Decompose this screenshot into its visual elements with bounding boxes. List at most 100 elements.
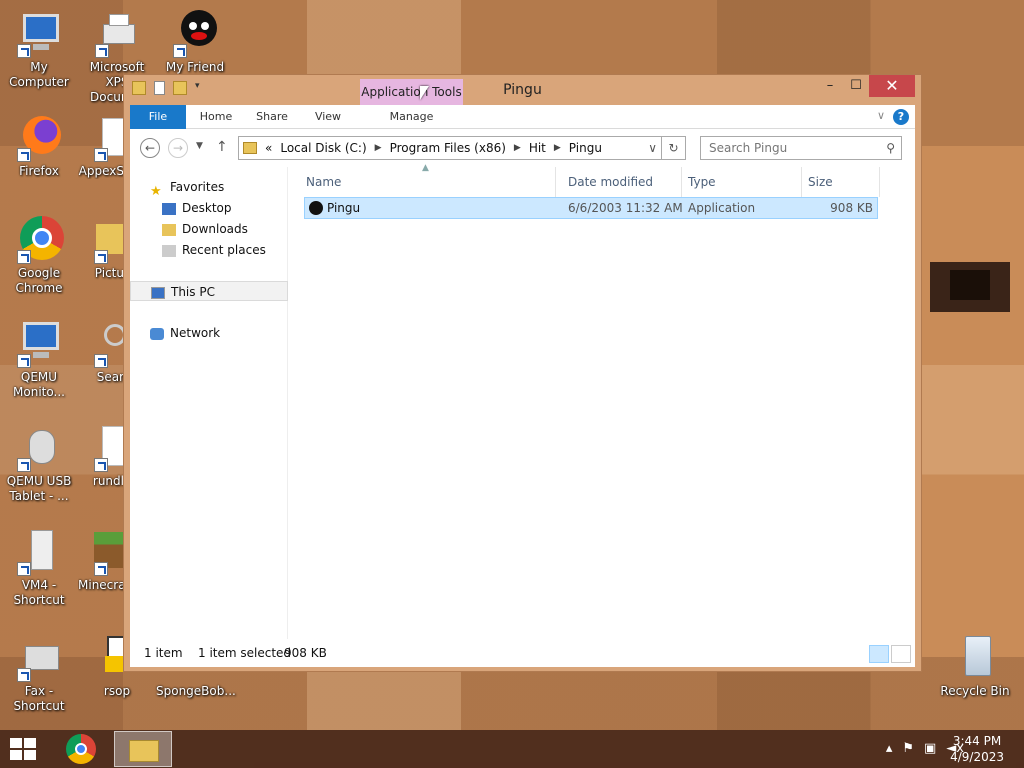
recycle-bin-icon [951, 634, 999, 682]
status-selected: 1 item selected [198, 646, 292, 660]
search-input[interactable]: Search Pingu ⚲ [700, 136, 902, 160]
nav-favorites[interactable]: ★ Favorites [130, 177, 288, 199]
chevron-down-icon[interactable]: ▼ [196, 141, 203, 151]
folder-icon [243, 142, 257, 154]
pingu-icon [309, 201, 323, 215]
desktop-icon-label: Pictu [94, 266, 124, 280]
nav-recent-places[interactable]: Recent places [130, 240, 288, 260]
tower-icon [15, 528, 63, 576]
shortcut-arrow-icon [17, 458, 31, 472]
breadcrumb-local-disk[interactable]: Local Disk (C:) [280, 141, 366, 155]
close-button[interactable]: ✕ [869, 75, 915, 97]
breadcrumb-program-files[interactable]: Program Files (x86) [390, 141, 506, 155]
desktop-icon-my-computer[interactable]: My Computer [0, 10, 78, 90]
address-overflow[interactable]: « [265, 141, 272, 155]
desktop-icon-label: VM4 - Shortcut [13, 578, 65, 607]
status-bar: 1 item 1 item selected 908 KB [130, 639, 915, 667]
desktop-icon-my-friend[interactable]: My Friend [156, 10, 234, 75]
tab-share[interactable]: Share [246, 105, 298, 129]
taskbar-chrome-button[interactable] [54, 731, 112, 767]
desktop-icon-chrome[interactable]: Google Chrome [0, 216, 78, 296]
clock-time: 3:44 PM [952, 734, 1002, 748]
large-icons-view-button[interactable] [891, 645, 911, 663]
shortcut-arrow-icon [17, 354, 31, 368]
desktop-icon-label: SpongeBob... [156, 684, 236, 698]
chevron-right-icon[interactable]: ▶ [514, 143, 521, 153]
printer-icon [93, 10, 141, 58]
details-view-button[interactable] [869, 645, 889, 663]
desktop-icon-fax[interactable]: Fax - Shortcut [0, 634, 78, 714]
navigation-pane: ★ Favorites Desktop Downloads Recent plac… [130, 167, 288, 639]
shortcut-arrow-icon [94, 148, 108, 162]
desktop-icon-qemu-usb-tablet[interactable]: QEMU USB Tablet - ... [0, 424, 78, 504]
title-bar[interactable]: ▾ Application Tools Pingu – ☐ ✕ [124, 75, 921, 105]
file-name: Pingu [327, 201, 361, 215]
action-center-flag-icon[interactable]: ⚑ [902, 741, 914, 756]
content-area: ★ Favorites Desktop Downloads Recent plac… [130, 163, 915, 639]
chevron-down-icon[interactable]: ∨ [648, 141, 657, 155]
refresh-button[interactable]: ↻ [662, 136, 686, 160]
column-size[interactable]: Size [802, 167, 880, 197]
desktop-icon-recycle-bin[interactable]: Recycle Bin [936, 634, 1014, 699]
tab-home[interactable]: Home [190, 105, 242, 129]
pingu-icon [171, 10, 219, 58]
forward-button[interactable]: → [168, 138, 188, 158]
nav-desktop[interactable]: Desktop [130, 198, 288, 218]
taskbar-file-explorer-button[interactable] [114, 731, 172, 767]
up-button[interactable]: ↑ [216, 139, 228, 155]
desktop-icon-minecraft[interactable]: Minecra [78, 528, 124, 593]
chevron-up-icon[interactable]: ▴ [886, 741, 893, 756]
column-date-modified[interactable]: Date modified [562, 167, 682, 197]
chevron-right-icon[interactable]: ▶ [375, 143, 382, 153]
fax-icon [15, 634, 63, 682]
shortcut-arrow-icon [94, 354, 108, 368]
explorer-window[interactable]: ▾ Application Tools Pingu – ☐ ✕ File Hom… [123, 74, 922, 672]
star-icon: ★ [150, 183, 162, 199]
desktop-icon-vm4[interactable]: VM4 - Shortcut [0, 528, 78, 608]
nav-label: Desktop [182, 201, 232, 215]
breadcrumb-hit[interactable]: Hit [529, 141, 546, 155]
address-bar[interactable]: « Local Disk (C:) ▶ Program Files (x86) … [238, 136, 662, 160]
desktop-icon-label: Google Chrome [15, 266, 63, 295]
taskbar: ▴ ⚑ ▣ ◄x 3:44 PM 4/9/2023 [0, 730, 1024, 768]
nav-label: Network [170, 326, 221, 340]
help-icon[interactable]: ? [893, 109, 909, 125]
address-bar-row: ← → ▼ ↑ « Local Disk (C:) ▶ Program File… [130, 129, 915, 167]
nav-network[interactable]: Network [130, 323, 288, 343]
search-icon[interactable]: ⚲ [886, 137, 895, 159]
chevron-down-icon[interactable]: ∨ [877, 109, 885, 122]
back-button[interactable]: ← [140, 138, 160, 158]
mouse-cursor-icon [420, 86, 429, 100]
recent-places-icon [162, 244, 176, 257]
shortcut-arrow-icon [17, 44, 31, 58]
desktop-icon-rundll[interactable]: rundl [78, 424, 124, 489]
desktop-icon-qemu-monitor[interactable]: QEMU Monito... [0, 320, 78, 400]
desktop-icon-pictures[interactable]: Pictu [78, 216, 124, 281]
column-type[interactable]: Type [682, 167, 802, 197]
file-size: 908 KB [830, 201, 873, 215]
desktop-icon-firefox[interactable]: Firefox [0, 114, 78, 179]
file-explorer-icon [129, 740, 159, 762]
column-name[interactable]: Name [300, 167, 556, 197]
chevron-right-icon[interactable]: ▶ [554, 143, 561, 153]
tab-view[interactable]: View [302, 105, 354, 129]
nav-this-pc[interactable]: This PC [130, 281, 288, 301]
desktop-icon-label: AppexS [78, 164, 124, 178]
maximize-button[interactable]: ☐ [841, 75, 871, 97]
shortcut-arrow-icon [94, 458, 108, 472]
windows-start-icon[interactable] [10, 738, 38, 762]
clock[interactable]: 3:44 PM 4/9/2023 [950, 733, 1004, 765]
desktop-icon-search[interactable]: Sear [78, 320, 124, 385]
tab-file[interactable]: File [130, 105, 186, 129]
tab-manage[interactable]: Manage [360, 105, 463, 129]
status-selected-size: 908 KB [284, 646, 327, 660]
network-icon[interactable]: ▣ [924, 741, 936, 756]
file-type: Application [688, 201, 756, 215]
breadcrumb-pingu[interactable]: Pingu [569, 141, 602, 155]
file-row[interactable]: Pingu 6/6/2003 11:32 AM Application 908 … [304, 197, 878, 219]
nav-downloads[interactable]: Downloads [130, 219, 288, 239]
ribbon-tabs: File Home Share View Manage ∨ ? [130, 105, 915, 129]
nav-label: This PC [171, 285, 215, 299]
desktop-icon-appexs[interactable]: AppexS [78, 114, 124, 179]
monitor-icon [15, 320, 63, 368]
